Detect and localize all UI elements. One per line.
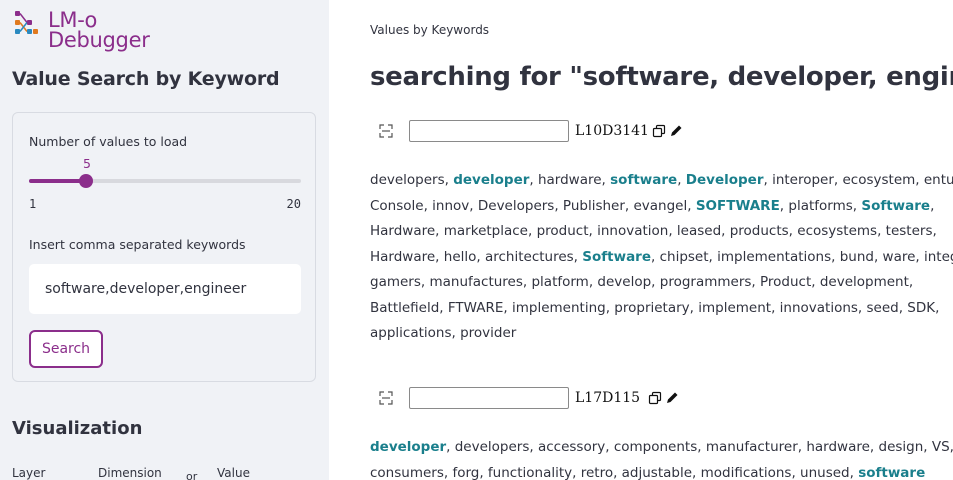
result-line: applications, provider <box>370 321 953 347</box>
logo-line-2: Debugger <box>48 28 150 52</box>
app-logo: LM-ο Debugger <box>14 10 150 52</box>
visualization-title: Visualization <box>12 418 143 439</box>
keyword-match: Software <box>861 197 931 214</box>
keyword-match: Developer <box>685 172 764 188</box>
value-text: developers, <box>370 172 454 188</box>
expand-icon[interactable] <box>378 390 394 406</box>
keywords-input[interactable] <box>29 264 301 314</box>
value-text: , <box>930 197 935 214</box>
viz-col-or: or <box>186 470 198 480</box>
result-line: Battlefield, FTWARE, implementing, propr… <box>370 296 953 322</box>
result-id: L10D3141 <box>575 123 649 139</box>
value-text: applications, provider <box>370 325 517 341</box>
result-id: L17D115 <box>575 390 645 406</box>
result-header: L17D115 <box>370 386 679 410</box>
value-text: , chipset, implementations, bund, ware, … <box>651 248 953 265</box>
breadcrumb: Values by Keywords <box>370 23 490 37</box>
slider-min: 1 <box>29 197 37 211</box>
result-line: consumers, forg, functionality, retro, a… <box>370 461 953 480</box>
slider-fill <box>29 179 87 183</box>
viz-col-dimension: Dimension <box>98 466 162 480</box>
pencil-icon[interactable] <box>665 391 679 405</box>
keyword-match: software <box>858 464 926 480</box>
keyword-match: developer <box>453 172 530 188</box>
value-text: Hardware, hello, architectures, <box>370 248 583 265</box>
search-button[interactable]: Search <box>29 330 103 368</box>
slider-value: 5 <box>83 156 91 171</box>
expand-icon[interactable] <box>378 123 394 139</box>
sidebar-title: Value Search by Keyword <box>12 68 280 90</box>
pencil-icon[interactable] <box>669 124 683 138</box>
keyword-match: SOFTWARE <box>695 197 780 214</box>
viz-col-layer: Layer <box>12 466 46 480</box>
value-text: , developers, accessory, components, man… <box>446 439 953 455</box>
result-line: gamers, manufactures, platform, develop,… <box>370 270 953 296</box>
slider-label: Number of values to load <box>29 134 188 149</box>
value-text: Console, innov, Developers, Publisher, e… <box>370 197 696 214</box>
slider-max: 20 <box>286 197 301 211</box>
network-graph-icon <box>15 11 38 34</box>
result-header: L10D3141 <box>370 119 683 143</box>
sidebar: LM-ο Debugger Value Search by Keyword Nu… <box>0 0 329 480</box>
result-line: Console, innov, Developers, Publisher, e… <box>370 194 953 220</box>
value-text: gamers, manufactures, platform, develop,… <box>370 274 914 290</box>
value-text: consumers, forg, functionality, retro, a… <box>370 464 859 480</box>
result-values: developers, developer, hardware, softwar… <box>370 168 953 347</box>
keyword-match: developer <box>370 439 447 455</box>
logo-text: LM-ο Debugger <box>48 10 150 52</box>
viz-col-value: Value <box>217 466 250 480</box>
result-line: developer, developers, accessory, compon… <box>370 435 953 461</box>
value-text: , interoper, ecosystem, enture, <box>763 172 953 188</box>
copy-icon[interactable] <box>652 124 666 138</box>
keyword-match: software <box>610 172 678 188</box>
main-content: Values by Keywords searching for "softwa… <box>353 0 953 480</box>
result-input[interactable] <box>409 120 569 142</box>
result-values: developer, developers, accessory, compon… <box>370 435 953 480</box>
keyword-match: Software <box>582 248 652 265</box>
value-text: Battlefield, FTWARE, implementing, propr… <box>370 299 940 316</box>
value-text: , hardware, <box>529 172 611 188</box>
result-line: Hardware, hello, architectures, Software… <box>370 245 953 271</box>
slider-thumb[interactable] <box>79 174 94 188</box>
value-text: Hardware, marketplace, product, innovati… <box>370 223 937 239</box>
search-form: Number of values to load 5 1 20 Insert c… <box>12 112 316 382</box>
value-text: , platforms, <box>779 197 862 214</box>
result-line: developers, developer, hardware, softwar… <box>370 168 953 194</box>
page-title: searching for "software, developer, engi… <box>370 62 953 92</box>
copy-icon[interactable] <box>648 391 662 405</box>
slider-track[interactable] <box>29 174 301 188</box>
keywords-label: Insert comma separated keywords <box>29 237 246 252</box>
value-text: , <box>677 172 686 188</box>
result-line: Hardware, marketplace, product, innovati… <box>370 219 953 245</box>
result-input[interactable] <box>409 387 569 409</box>
